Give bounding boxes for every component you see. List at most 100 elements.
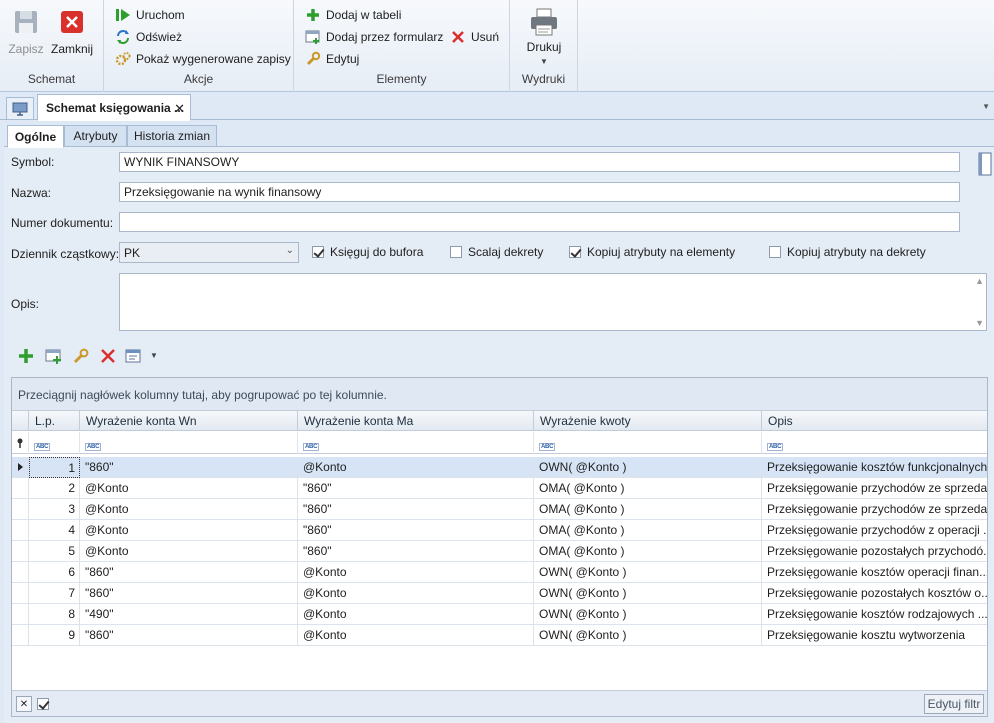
book-side-icon[interactable] <box>977 152 993 178</box>
add-in-table-button[interactable]: Dodaj w tabeli <box>305 5 401 25</box>
cell-wn[interactable]: "860" <box>80 562 298 583</box>
table-row[interactable]: 3 @Konto "860" OMA( @Konto ) Przeksięgow… <box>12 499 987 520</box>
document-tab-posting-scheme[interactable]: Schemat księgowania ... ✕ <box>37 94 191 121</box>
cell-ma[interactable]: "860" <box>298 499 534 520</box>
cell-opis[interactable]: Przeksięgowanie przychodów z operacji ..… <box>762 520 987 541</box>
grid-delete-icon[interactable] <box>99 347 117 365</box>
cell-lp[interactable]: 7 <box>29 583 80 604</box>
scroll-up-icon[interactable]: ▲ <box>975 276 984 286</box>
cell-ma[interactable]: @Konto <box>298 562 534 583</box>
cell-wn[interactable]: @Konto <box>80 499 298 520</box>
save-button[interactable]: Zapisz <box>2 6 50 62</box>
cell-opis[interactable]: Przeksięgowanie kosztów rodzajowych ... <box>762 604 987 625</box>
grid-view-settings-icon[interactable] <box>125 347 145 365</box>
cell-opis[interactable]: Przeksięgowanie pozostałych przychodó... <box>762 541 987 562</box>
print-dropdown-icon[interactable]: ▼ <box>520 57 568 66</box>
filter-cell-amount[interactable]: ABC <box>534 432 762 454</box>
column-header-amount[interactable]: Wyrażenie kwoty <box>534 411 762 431</box>
symbol-input[interactable]: WYNIK FINANSOWY <box>119 152 960 172</box>
cell-opis[interactable]: Przeksięgowanie przychodów ze sprzeda... <box>762 478 987 499</box>
post-to-buffer-checkbox[interactable]: Księguj do bufora <box>312 245 423 259</box>
cell-ma[interactable]: "860" <box>298 478 534 499</box>
filter-cell-opis[interactable]: ABC <box>762 432 987 454</box>
tab-ogolne[interactable]: Ogólne <box>7 125 64 148</box>
cell-opis[interactable]: Przeksięgowanie kosztów funkcjonalnych <box>762 457 987 478</box>
cell-wn[interactable]: "860" <box>80 457 298 478</box>
cell-wn[interactable]: "860" <box>80 625 298 646</box>
cell-ma[interactable]: @Konto <box>298 583 534 604</box>
cell-opis[interactable]: Przeksięgowanie pozostałych kosztów o... <box>762 583 987 604</box>
cell-lp[interactable]: 3 <box>29 499 80 520</box>
cell-lp[interactable]: 9 <box>29 625 80 646</box>
cell-lp[interactable]: 2 <box>29 478 80 499</box>
table-row[interactable]: 2 @Konto "860" OMA( @Konto ) Przeksięgow… <box>12 478 987 499</box>
print-button[interactable]: Drukuj ▼ <box>520 6 568 66</box>
cell-amount[interactable]: OWN( @Konto ) <box>534 583 762 604</box>
name-input[interactable]: Przeksięgowanie na wynik finansowy <box>119 182 960 202</box>
cell-amount[interactable]: OMA( @Konto ) <box>534 520 762 541</box>
delete-button[interactable]: Usuń <box>450 27 499 47</box>
filter-pin-icon[interactable] <box>12 432 29 454</box>
filter-cell-wn[interactable]: ABC <box>80 432 298 454</box>
journal-select[interactable]: PK ⌄ <box>119 242 299 263</box>
cell-ma[interactable]: @Konto <box>298 625 534 646</box>
cell-opis[interactable]: Przeksięgowanie kosztu wytworzenia <box>762 625 987 646</box>
cell-lp[interactable]: 6 <box>29 562 80 583</box>
show-generated-button[interactable]: Pokaż wygenerowane zapisy <box>115 49 291 69</box>
grid-add-form-icon[interactable] <box>45 347 63 365</box>
tab-atrybuty[interactable]: Atrybuty <box>64 125 127 147</box>
grid-edit-wrench-icon[interactable] <box>72 347 90 365</box>
cell-lp[interactable]: 4 <box>29 520 80 541</box>
document-tab-close-icon[interactable]: ✕ <box>174 101 185 117</box>
table-row[interactable]: 8 "490" @Konto OWN( @Konto ) Przeksięgow… <box>12 604 987 625</box>
table-row[interactable]: 1 "860" @Konto OWN( @Konto ) Przeksięgow… <box>12 457 987 478</box>
cell-opis[interactable]: Przeksięgowanie kosztów operacji finan..… <box>762 562 987 583</box>
table-row[interactable]: 5 @Konto "860" OMA( @Konto ) Przeksięgow… <box>12 541 987 562</box>
cell-amount[interactable]: OMA( @Konto ) <box>534 499 762 520</box>
merge-entries-checkbox[interactable]: Scalaj dekrety <box>450 245 543 259</box>
cell-amount[interactable]: OMA( @Konto ) <box>534 478 762 499</box>
run-button[interactable]: Uruchom <box>115 5 185 25</box>
grid-add-icon[interactable] <box>17 347 35 365</box>
scroll-down-icon[interactable]: ▼ <box>975 318 984 328</box>
column-header-opis[interactable]: Opis <box>762 411 987 431</box>
refresh-button[interactable]: Odśwież <box>115 27 182 47</box>
cell-ma[interactable]: "860" <box>298 520 534 541</box>
cell-wn[interactable]: "860" <box>80 583 298 604</box>
table-row[interactable]: 4 @Konto "860" OMA( @Konto ) Przeksięgow… <box>12 520 987 541</box>
column-header-wn[interactable]: Wyrażenie konta Wn <box>80 411 298 431</box>
cell-lp[interactable]: 8 <box>29 604 80 625</box>
cell-wn[interactable]: @Konto <box>80 520 298 541</box>
table-row[interactable]: 7 "860" @Konto OWN( @Konto ) Przeksięgow… <box>12 583 987 604</box>
grid-view-dropdown-icon[interactable]: ▼ <box>150 351 158 360</box>
cell-amount[interactable]: OWN( @Konto ) <box>534 562 762 583</box>
close-button[interactable]: Zamknij <box>48 6 96 62</box>
column-header-lp[interactable]: L.p. <box>29 411 80 431</box>
cell-amount[interactable]: OWN( @Konto ) <box>534 625 762 646</box>
edit-filter-button[interactable]: Edytuj filtr <box>924 694 984 714</box>
filter-enabled-checkbox[interactable] <box>35 696 51 712</box>
cell-wn[interactable]: @Konto <box>80 541 298 562</box>
cell-ma[interactable]: "860" <box>298 541 534 562</box>
cell-wn[interactable]: "490" <box>80 604 298 625</box>
tab-list-dropdown-icon[interactable]: ▼ <box>982 102 990 111</box>
cell-ma[interactable]: @Konto <box>298 457 534 478</box>
column-header-ma[interactable]: Wyrażenie konta Ma <box>298 411 534 431</box>
cell-amount[interactable]: OWN( @Konto ) <box>534 604 762 625</box>
cell-amount[interactable]: OWN( @Konto ) <box>534 457 762 478</box>
desktop-tab[interactable] <box>6 97 34 119</box>
filter-cell-lp[interactable]: ABC <box>29 432 80 454</box>
document-number-input[interactable] <box>119 212 960 232</box>
copy-attributes-elements-checkbox[interactable]: Kopiuj atrybuty na elementy <box>569 245 735 259</box>
cell-lp[interactable]: 5 <box>29 541 80 562</box>
cell-ma[interactable]: @Konto <box>298 604 534 625</box>
edit-button[interactable]: Edytuj <box>305 49 359 69</box>
copy-attributes-entries-checkbox[interactable]: Kopiuj atrybuty na dekrety <box>769 245 926 259</box>
tab-historia-zmian[interactable]: Historia zmian <box>127 125 217 147</box>
description-textarea[interactable]: ▲ ▼ <box>119 273 987 331</box>
filter-cell-ma[interactable]: ABC <box>298 432 534 454</box>
group-by-panel[interactable]: Przeciągnij nagłówek kolumny tutaj, aby … <box>12 378 987 410</box>
cell-opis[interactable]: Przeksięgowanie przychodów ze sprzeda... <box>762 499 987 520</box>
table-row[interactable]: 6 "860" @Konto OWN( @Konto ) Przeksięgow… <box>12 562 987 583</box>
cell-wn[interactable]: @Konto <box>80 478 298 499</box>
